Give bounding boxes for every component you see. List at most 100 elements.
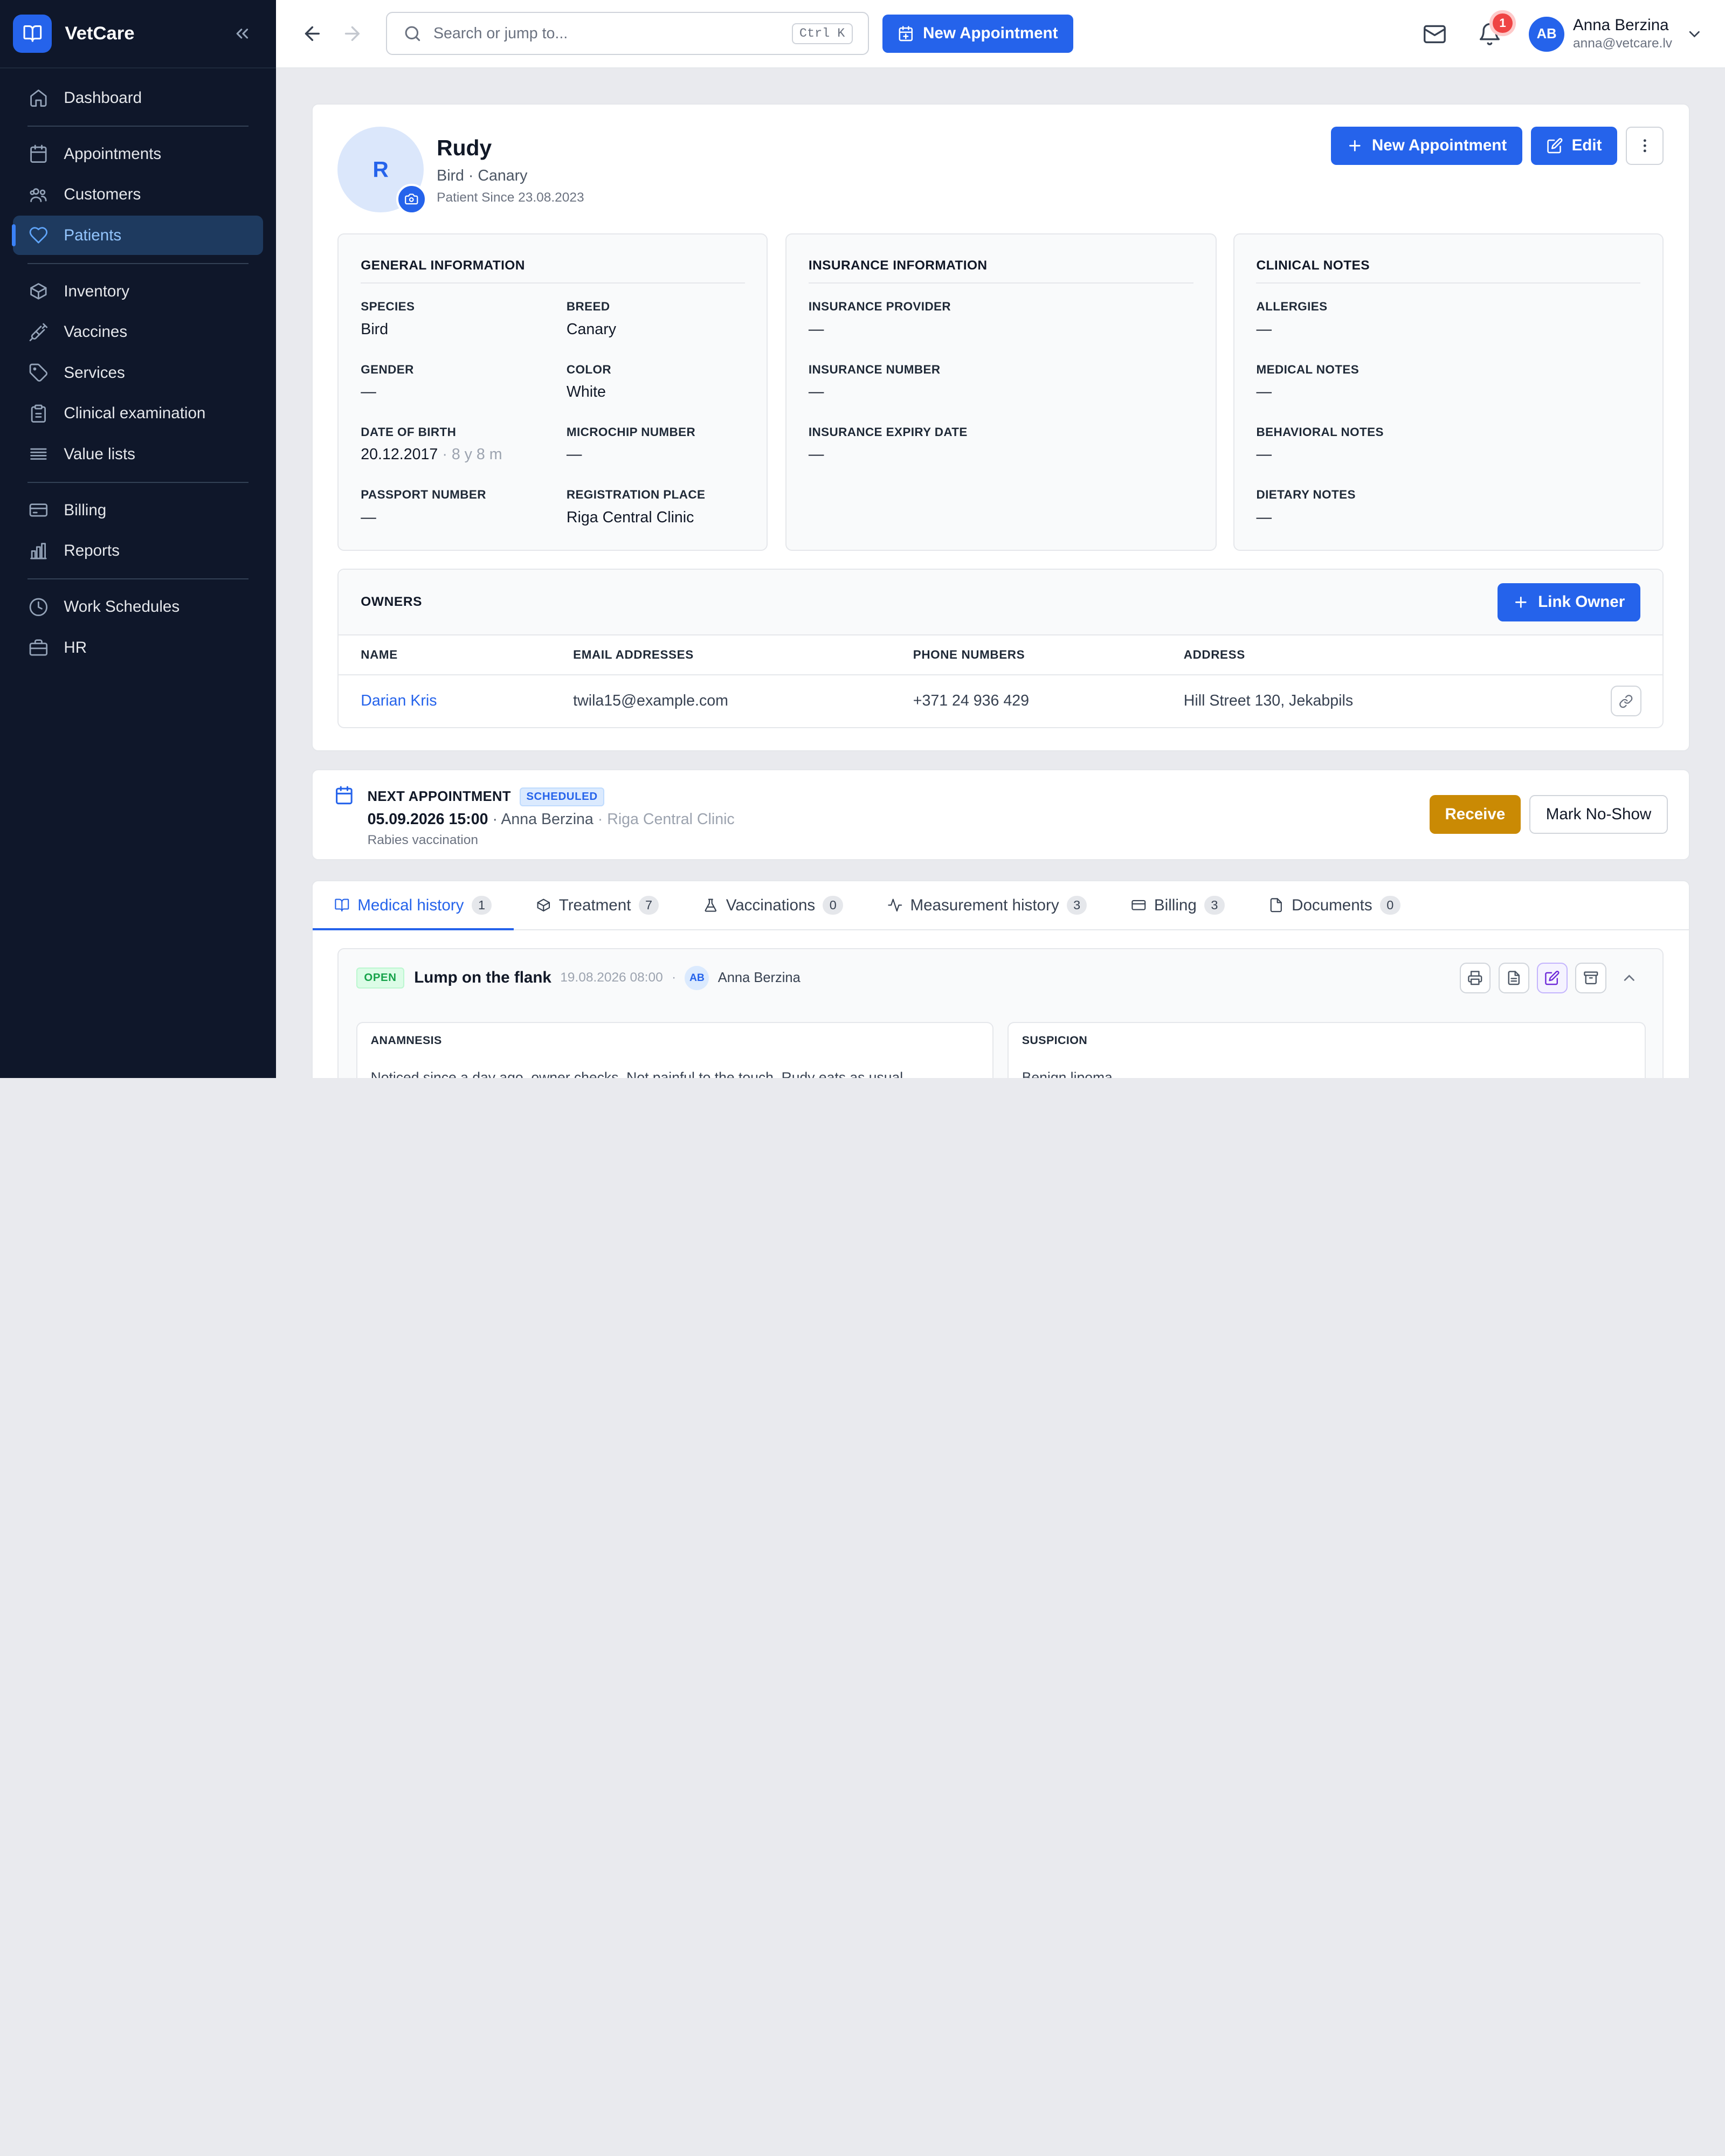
document-icon[interactable] xyxy=(1498,962,1529,993)
flask-icon xyxy=(703,897,719,913)
sidebar-item-appointments[interactable]: Appointments xyxy=(13,134,263,174)
syringe-icon xyxy=(29,322,49,342)
link-icon[interactable] xyxy=(1610,686,1641,717)
user-info[interactable]: Anna Berzina anna@vetcare.lv xyxy=(1573,16,1672,52)
field-value-text: — xyxy=(1256,383,1272,400)
field-label: INSURANCE PROVIDER xyxy=(808,300,951,314)
mark-no-show-button[interactable]: Mark No-Show xyxy=(1529,795,1668,834)
author-avatar: AB xyxy=(685,965,709,990)
edit-label: Edit xyxy=(1571,136,1602,155)
insurance-information-title: INSURANCE INFORMATION xyxy=(808,258,1194,284)
link-owner-button[interactable]: Link Owner xyxy=(1497,583,1640,621)
field-value: — xyxy=(1256,383,1640,401)
chevron-up-icon[interactable] xyxy=(1614,963,1645,993)
more-vertical-icon[interactable] xyxy=(1626,126,1664,165)
calendar-plus-icon xyxy=(898,25,914,42)
sidebar-item-inventory[interactable]: Inventory xyxy=(13,272,263,311)
topbar: Ctrl K New Appointment 1 AB Anna Berzina xyxy=(276,0,1725,68)
search-input[interactable] xyxy=(433,24,792,43)
field-value-text: White xyxy=(566,383,606,400)
tab-measurement-history[interactable]: Measurement history 3 xyxy=(865,881,1109,930)
sidebar-item-value-lists[interactable]: Value lists xyxy=(13,434,263,474)
sidebar-item-hr[interactable]: HR xyxy=(13,628,263,667)
sidebar-item-label: Services xyxy=(64,363,125,382)
sidebar-item-label: Customers xyxy=(64,185,141,204)
tab-label: Medical history xyxy=(357,896,464,914)
new-appointment-button[interactable]: New Appointment xyxy=(1331,126,1522,165)
appointment-datetime: 05.09.2026 15:00 xyxy=(367,811,488,828)
separator-dot: · xyxy=(672,970,677,985)
tab-medical-history[interactable]: Medical history 1 xyxy=(312,881,514,931)
collapse-sidebar-icon[interactable] xyxy=(230,22,254,46)
tab-count: 7 xyxy=(638,895,659,915)
sidebar-item-services[interactable]: Services xyxy=(13,353,263,392)
field-label: BREED xyxy=(566,300,610,314)
tab-label: Documents xyxy=(1292,896,1372,914)
next-appointment-card: NEXT APPOINTMENT SCHEDULED 05.09.2026 15… xyxy=(311,769,1690,860)
tab-label: Billing xyxy=(1154,896,1197,914)
field-value: — xyxy=(361,383,567,401)
search-shortcut: Ctrl K xyxy=(791,23,853,44)
sidebar-item-patients[interactable]: Patients xyxy=(12,215,263,255)
user-avatar[interactable]: AB xyxy=(1529,16,1564,52)
field-value: — xyxy=(361,509,567,527)
column-name: NAME xyxy=(361,648,398,662)
box-icon xyxy=(29,281,49,301)
mail-icon[interactable] xyxy=(1417,17,1452,52)
sidebar-item-work-schedules[interactable]: Work Schedules xyxy=(13,588,263,627)
appointment-clinic: · Riga Central Clinic xyxy=(597,811,735,828)
status-badge: SCHEDULED xyxy=(520,787,604,807)
printer-icon[interactable] xyxy=(1460,962,1491,993)
top-new-appointment-button[interactable]: New Appointment xyxy=(882,14,1074,53)
sidebar-item-dashboard[interactable]: Dashboard xyxy=(13,78,263,118)
tab-billing[interactable]: Billing 3 xyxy=(1109,881,1246,930)
sidebar-item-clinical-examination[interactable]: Clinical examination xyxy=(13,393,263,433)
table-row: Darian Kris twila15@example.com +371 24 … xyxy=(339,675,1662,727)
field-passport-number: PASSPORT NUMBER — xyxy=(361,488,567,534)
anamnesis-box: ANAMNESIS Noticed since a day ago, owner… xyxy=(356,1021,993,1078)
field-value: — xyxy=(567,446,745,464)
field-value: — xyxy=(1256,509,1640,527)
insurance-information-box: INSURANCE INFORMATION INSURANCE PROVIDER… xyxy=(785,233,1217,551)
appointment-actions: Receive Mark No-Show xyxy=(1429,795,1668,834)
camera-icon[interactable] xyxy=(396,183,427,215)
search-box[interactable]: Ctrl K xyxy=(386,12,870,56)
sidebar-item-label: Value lists xyxy=(64,445,135,463)
field-value-text: — xyxy=(361,508,376,526)
edit-icon[interactable] xyxy=(1537,962,1568,993)
sidebar-nav: Dashboard Appointments Customers Patients In… xyxy=(0,68,276,668)
calendar-icon xyxy=(334,785,354,810)
record-header: OPEN Lump on the flank 19.08.2026 08:00 … xyxy=(339,949,1662,1006)
document-icon xyxy=(1268,897,1284,913)
field-label: ALLERGIES xyxy=(1256,300,1328,314)
sidebar-item-vaccines[interactable]: Vaccines xyxy=(13,312,263,351)
clinical-notes-box: CLINICAL NOTES ALLERGIES — MEDICAL NOTES — B… xyxy=(1233,233,1664,551)
receive-button[interactable]: Receive xyxy=(1429,795,1521,834)
archive-icon[interactable] xyxy=(1575,962,1606,993)
tab-documents[interactable]: Documents 0 xyxy=(1246,881,1422,930)
field-gender: GENDER — xyxy=(361,363,567,409)
activity-icon xyxy=(887,897,903,913)
owner-email: twila15@example.com xyxy=(573,692,728,710)
sidebar-item-billing[interactable]: Billing xyxy=(13,490,263,530)
notification-badge: 1 xyxy=(1493,13,1513,33)
bell-icon[interactable]: 1 xyxy=(1472,13,1513,52)
edit-button[interactable]: Edit xyxy=(1531,126,1618,165)
owners-section: OWNERS Link Owner NAME EMAIL ADDRESSES P… xyxy=(337,569,1664,728)
top-new-appointment-label: New Appointment xyxy=(923,24,1058,43)
field-label: PASSPORT NUMBER xyxy=(361,488,486,502)
suspicion-text: Benign lipoma xyxy=(1022,1069,1113,1078)
edit-icon xyxy=(1547,137,1563,154)
back-arrow-icon[interactable] xyxy=(298,19,327,48)
owner-name-link[interactable]: Darian Kris xyxy=(361,692,437,710)
field-label: REGISTRATION PLACE xyxy=(566,488,706,502)
field-label: MEDICAL NOTES xyxy=(1256,362,1360,376)
app-name: VetCare xyxy=(65,23,135,44)
chevron-down-icon[interactable] xyxy=(1686,25,1703,43)
forward-arrow-icon[interactable] xyxy=(338,19,367,48)
tab-treatment[interactable]: Treatment 7 xyxy=(514,881,681,930)
sidebar-item-customers[interactable]: Customers xyxy=(13,175,263,214)
owner-address: Hill Street 130, Jekabpils xyxy=(1183,692,1354,710)
sidebar-item-reports[interactable]: Reports xyxy=(13,531,263,571)
tab-vaccinations[interactable]: Vaccinations 0 xyxy=(681,881,865,930)
